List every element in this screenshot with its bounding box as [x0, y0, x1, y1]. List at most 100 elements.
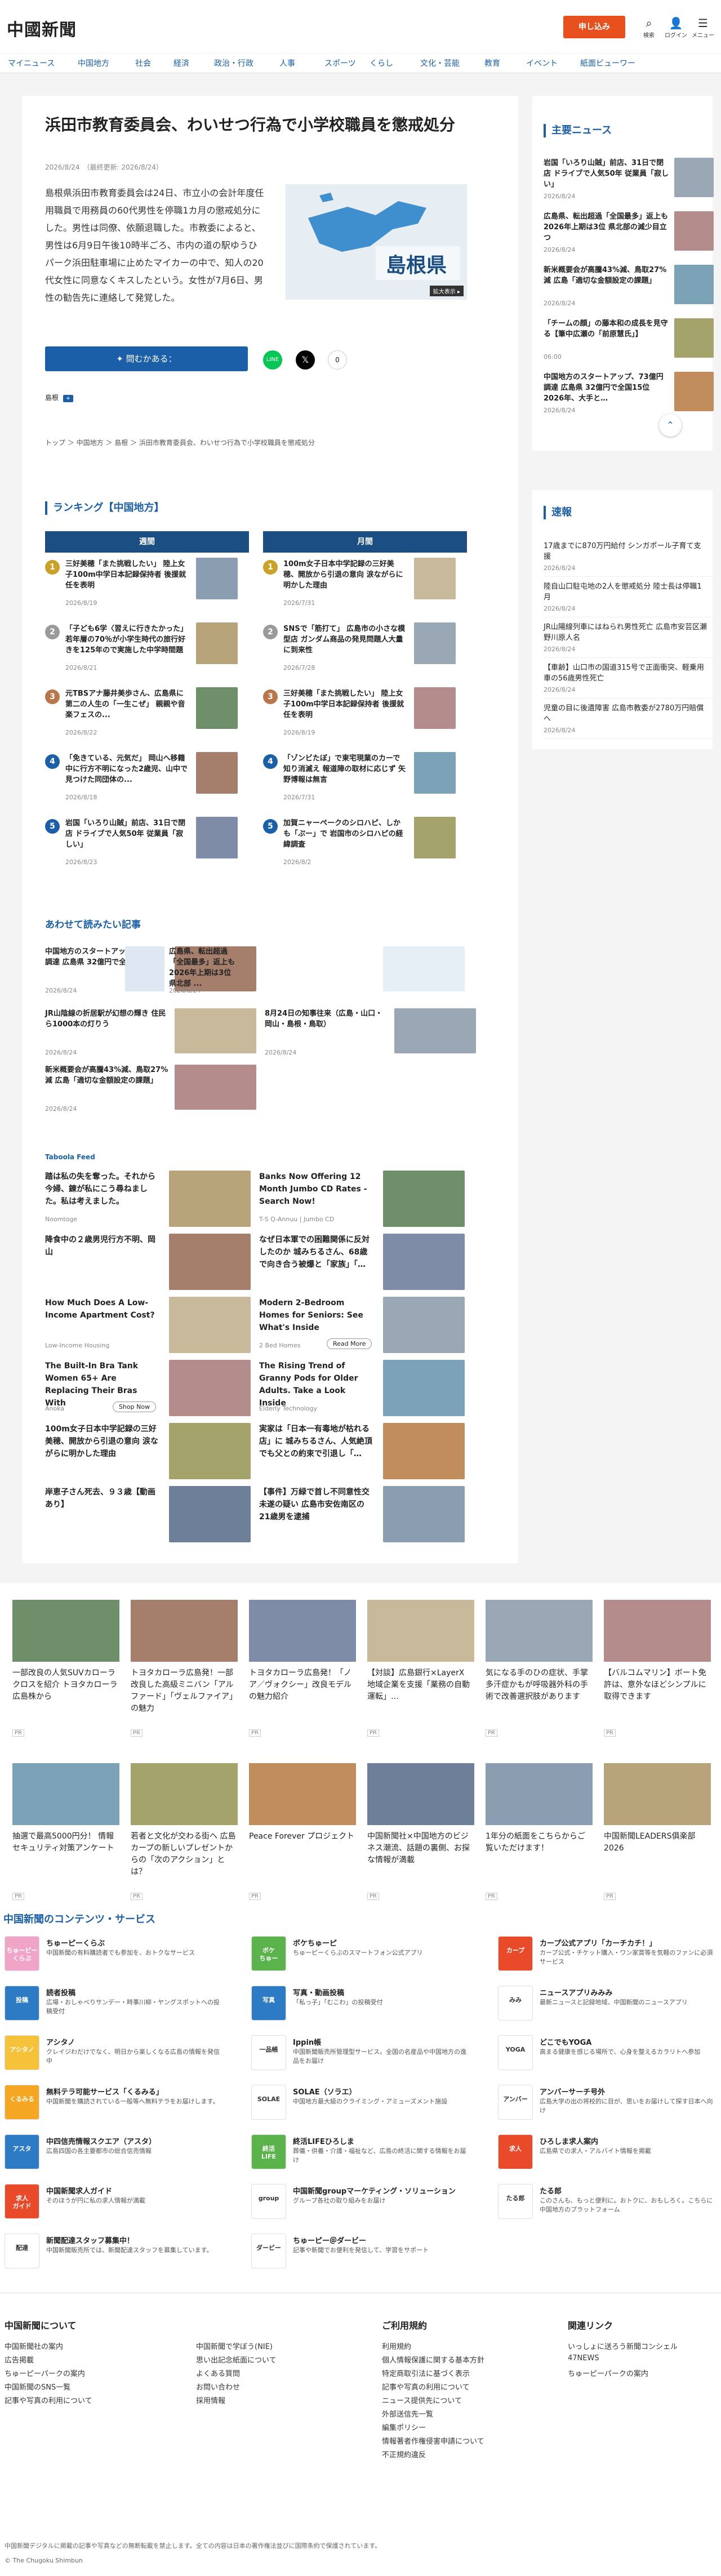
footer-link[interactable]: 利用規約	[382, 2341, 411, 2351]
subscribe-button[interactable]: 申し込み	[563, 16, 625, 38]
footer-link[interactable]: 不正規約違反	[382, 2449, 426, 2459]
main-news-item[interactable]: 新米概要会が高騰43%減、鳥取27%減 広島「適切な金額設定の課題」 2026/8…	[544, 265, 714, 313]
related-item[interactable]: 広島県、転出超過「全国最多」返上も 2026年上期は3位 県北部 ... 2026…	[169, 946, 383, 997]
ranking-item[interactable]: 3 三好美穂「また挑戦したい」 陸上女子100m中学日本記録保持者 後援就任を表明…	[263, 687, 456, 744]
scroll-up-button[interactable]: ⌃	[659, 414, 682, 437]
service-item[interactable]: 終活 LIFE 終活LIFEひろしま 葬儀・供養・介護・福祉など、広島の終活に関する…	[251, 2134, 477, 2174]
service-item[interactable]: ボケ ちゅー ボケちゅーピ ちゅーピーくらぶのスマートフォン公式アプリ	[251, 1936, 477, 1976]
ranking-item[interactable]: 4 「免きている、元気だ」 岡山へ移籍中に行方不明になった2歳児、山中で見つけた同…	[45, 752, 238, 808]
sponsored-item[interactable]: 降食中の２歳男児行方不明、岡山	[45, 1234, 259, 1292]
service-item[interactable]: 投稿 読者投稿 広場・おしゃべりサンデー・時事川柳・ヤングスポットへの投稿受付	[5, 1986, 230, 2025]
article-map-image[interactable]: 島根県 拡大表示 ▸	[286, 184, 467, 300]
flash-news-item[interactable]: 17歳までに870万円給付 シンガポール子育て支援 2026/8/24	[544, 541, 713, 577]
service-item[interactable]: アスタ 中四信売情報スクエア（アスタ） 広島四国の各主要都市の総合信売情報	[5, 2134, 230, 2174]
nav-item[interactable]: くらし	[370, 54, 393, 74]
nav-item[interactable]: スポーツ	[324, 54, 356, 74]
ai-question-button[interactable]: ✦ 問むかある：	[45, 346, 248, 371]
map-enlarge-tag[interactable]: 拡大表示 ▸	[429, 286, 464, 296]
footer-link[interactable]: 記事や写真の利用について	[382, 2381, 470, 2392]
footer-link[interactable]: いっしょに送ろう新聞コンシェル	[568, 2341, 678, 2351]
service-item[interactable]: YOGA どこでもYOGA 高まる健康を感じる場所で、心身を整えるカラリトへ参加	[498, 2035, 721, 2075]
service-item[interactable]: 配達 新聞配達スタッフ募集中！ 中国新聞販売所では、新聞配達スタッフを募集しています…	[5, 2234, 230, 2273]
ranking-item[interactable]: 2 SNSで「筋打て」 広島市の小さな模型店 ガンダム商品の発見問題人大量に到来性…	[263, 622, 456, 679]
footer-link[interactable]: 広告掲載	[5, 2354, 34, 2365]
x-share-icon[interactable]: 𝕏	[296, 350, 315, 370]
sponsored-item[interactable]: なぜ日本軍での困難関係に反対したのか 城みちるさん、68歳で向き合う被爆と「家族…	[259, 1234, 473, 1292]
footer-link[interactable]: よくある質問	[196, 2368, 240, 2378]
main-news-item[interactable]: 「チームの顔」の藤本和の成長を見守る【筆中広瀬の「前原慧氏」】 06:00	[544, 318, 714, 366]
taboola-logo[interactable]: Taboola Feed	[45, 1153, 95, 1161]
search-button[interactable]: ⌕ 検索	[638, 16, 660, 41]
service-item[interactable]: ダービー ちゅーピー＠ダービー 記事や新聞でお便利を発信して、学習をサポート	[251, 2234, 477, 2273]
pr-card[interactable]: 若者と文化が交わる街へ 広島カープの新しいプレゼントからの「次のアクション」とは…	[131, 1763, 238, 1910]
flash-news-item[interactable]: JR山陽線列車にはねられ男性死亡 広島市安芸区瀬野川原人名 2026/8/24	[544, 622, 713, 658]
ranking-item[interactable]: 2 「子ども6学〈習えに行きたかった」若年層の70％が小学生時代の旅行好きを125…	[45, 622, 238, 679]
nav-item[interactable]: 人事	[279, 54, 295, 74]
tag-shimane[interactable]: 島根	[45, 394, 59, 402]
footer-link[interactable]: お問い合わせ	[196, 2381, 240, 2392]
flash-news-item[interactable]: 児童の目に後遺障害 広島市教委が2780万円賠償へ 2026/8/24	[544, 703, 713, 739]
flash-news-item[interactable]: 【車齢】山口市の国道315号で正面衝突、軽乗用車の56歳男性死亡 2026/8/2…	[544, 662, 713, 698]
weekly-tab[interactable]: 週間	[45, 531, 249, 553]
service-item[interactable]: アンバー アンバーサーチ号外 広島大学の出の将校的に目が、思いをお届けして探す日本へ…	[498, 2085, 721, 2124]
ranking-item[interactable]: 1 100m女子日本中学記録の三好美穂、開放から引退の意向 涙ながらに明かした理由…	[263, 558, 456, 614]
service-item[interactable]: アシタノ アシタノ クレイジわだけでなく、明日から楽しくなる広島の情報を発信中	[5, 2035, 230, 2075]
pr-card[interactable]: 一部改良の人気SUVカローラ クロスを紹介 トヨタカローラ広島株から PR	[12, 1600, 119, 1746]
sponsored-cta-button[interactable]: Read More	[327, 1338, 372, 1349]
footer-link[interactable]: 47NEWS	[568, 2354, 599, 2363]
flash-news-item[interactable]: 陸自山口駐屯地の2人を懲戒処分 陸士長は停職1月 2026/8/24	[544, 581, 713, 617]
main-news-item[interactable]: 広島県、転出超過「全国最多」返上も 2026年上期は3位 県北部の減少目立つ 20…	[544, 211, 714, 259]
footer-link[interactable]: 思い出記念紙面について	[196, 2354, 277, 2365]
nav-item[interactable]: 紙面ビューワー	[580, 54, 635, 74]
main-news-item[interactable]: 中国地方のスタートアップ、73億円調達 広島県 32億円で全国15位 2026年…	[544, 372, 714, 420]
nav-item[interactable]: マイニュース	[8, 54, 55, 74]
sponsored-item[interactable]: Modern 2-Bedroom Homes for Seniors: See …	[259, 1297, 473, 1355]
sponsored-item[interactable]: Banks Now Offering 12 Month Jumbo CD Rat…	[259, 1171, 473, 1229]
sponsored-item[interactable]: 【事件】万緑で首し不同意性交未遂の疑い 広島市安佐南区の21歳男を逮捕	[259, 1486, 473, 1545]
service-item[interactable]: たる郎 たる郎 このさんも、もっと便利に。おトクに、おもしろく。こちらに中国地方のプ…	[498, 2184, 721, 2223]
sponsored-item[interactable]: 踏は私の失を奪った。それから今婦、錬が私にこう尋ねました。私は考えました。 Noo…	[45, 1171, 259, 1229]
monthly-tab[interactable]: 月間	[263, 531, 467, 553]
pr-card[interactable]: 気になる手のひの症状、手掌多汗症かもが呼吸器外科の手術で改善選択肢があります PR	[486, 1600, 593, 1746]
footer-link[interactable]: 編集ポリシー	[382, 2422, 426, 2432]
pr-card[interactable]: トヨタカローラ広島発！一部改良した高級ミニバン「アルファード」「ヴェルファイア」…	[131, 1600, 238, 1746]
ranking-item[interactable]: 3 元TBSアナ藤井美歩さん、広島県に第二の人生の「一生こぜ」 親親や音楽フェスの…	[45, 687, 238, 744]
pr-card[interactable]: 【バルコムマリン】ボート免許は、意外なほどシンプルに取得できます PR	[604, 1600, 711, 1746]
sponsored-item[interactable]: How Much Does A Low-Income Apartment Cos…	[45, 1297, 259, 1355]
pr-card[interactable]: Peace Forever プロジェクト PR	[249, 1763, 356, 1910]
login-button[interactable]: 👤 ログイン	[665, 16, 687, 41]
footer-link[interactable]: ちゅーピーパークの案内	[5, 2368, 85, 2378]
footer-link[interactable]: 中国新聞のSNS一覧	[5, 2381, 70, 2392]
pr-card[interactable]: 中国新聞LEADERS俱楽部2026 PR	[604, 1763, 711, 1910]
footer-link[interactable]: ちゅーピーパークの案内	[568, 2368, 648, 2378]
nav-item[interactable]: イベント	[526, 54, 558, 74]
footer-link[interactable]: 記事や写真の利用について	[5, 2395, 92, 2405]
footer-link[interactable]: 個人情報保護に関する基本方針	[382, 2354, 484, 2365]
sponsored-item[interactable]: 実家は「日本一有毒地が枯れる店」に 城みちるさん、人気絶頂でも父との約束で引退し…	[259, 1423, 473, 1481]
pr-card[interactable]: 【対談】広島銀行×LayerX 地域企業を支援「業務の自動運転」… PR	[367, 1600, 474, 1746]
service-item[interactable]: カープ カープ公式アプリ「カーチカチ！」 カープ公式・チケット購入・ワン家賞等を気軽…	[498, 1936, 721, 1976]
nav-item[interactable]: 社会	[135, 54, 151, 74]
sponsored-item[interactable]: The Rising Trend of Granny Pods for Olde…	[259, 1360, 473, 1418]
nav-item[interactable]: 中国地方	[78, 54, 109, 74]
footer-link[interactable]: 特定商取引法に基づく表示	[382, 2368, 470, 2378]
footer-link[interactable]: 採用情報	[196, 2395, 225, 2405]
sponsored-item[interactable]: The Built-In Bra Tank Women 65+ Are Repl…	[45, 1360, 259, 1418]
nav-item[interactable]: 教育	[484, 54, 500, 74]
related-item[interactable]: 新米概要会が高騰43%減、鳥取27%減 広島「適切な金額設定の課題」 2026/8…	[45, 1065, 259, 1115]
service-item[interactable]: 求人 ひろしま求人案内 広島県での求人・アルバイト情報を掲載	[498, 2134, 721, 2174]
service-item[interactable]: group 中国新聞groupマーケティング・ソリューション グループ各社の取り組み…	[251, 2184, 477, 2223]
main-news-item[interactable]: 岩国「いろり山賊」前店、31日で閉店 ドライブで人気50年 従業員「寂しい」 20…	[544, 158, 714, 206]
footer-link[interactable]: 情報著者作権侵害申請について	[382, 2435, 484, 2446]
ranking-item[interactable]: 1 三好美穂「また挑戦したい」 陸上女子100m中学日本記録保持者 後援就任を表明…	[45, 558, 238, 614]
service-item[interactable]: SOLAE SOLAE（ソラエ） 中国地方最大級のクライミング・アミューズメント施設	[251, 2085, 477, 2124]
footer-link[interactable]: 外部送信先一覧	[382, 2408, 433, 2419]
nav-item[interactable]: 経済	[173, 54, 189, 74]
sponsored-cta-button[interactable]: Shop Now	[113, 1402, 157, 1412]
pr-card[interactable]: 抽選で最高5000円分！ 情報セキュリティ対策アンケート PR	[12, 1763, 119, 1910]
site-logo[interactable]: 中國新聞	[7, 16, 77, 41]
service-item[interactable]: みみ ニュースアプリみみみ 最新ニュースと記録地域、中国新聞のニュースアプリ	[498, 1986, 721, 2025]
service-item[interactable]: ちゅーピー くらぶ ちゅーピーくらぶ 中国新聞の有料購読者でも参加を、おトクなサービ…	[5, 1936, 230, 1976]
nav-item[interactable]: 政治・行政	[214, 54, 253, 74]
related-item[interactable]: JR山陰線の折居駅が幻想の輝き 住民ら1000本の灯りう 2026/8/24	[45, 1008, 259, 1059]
